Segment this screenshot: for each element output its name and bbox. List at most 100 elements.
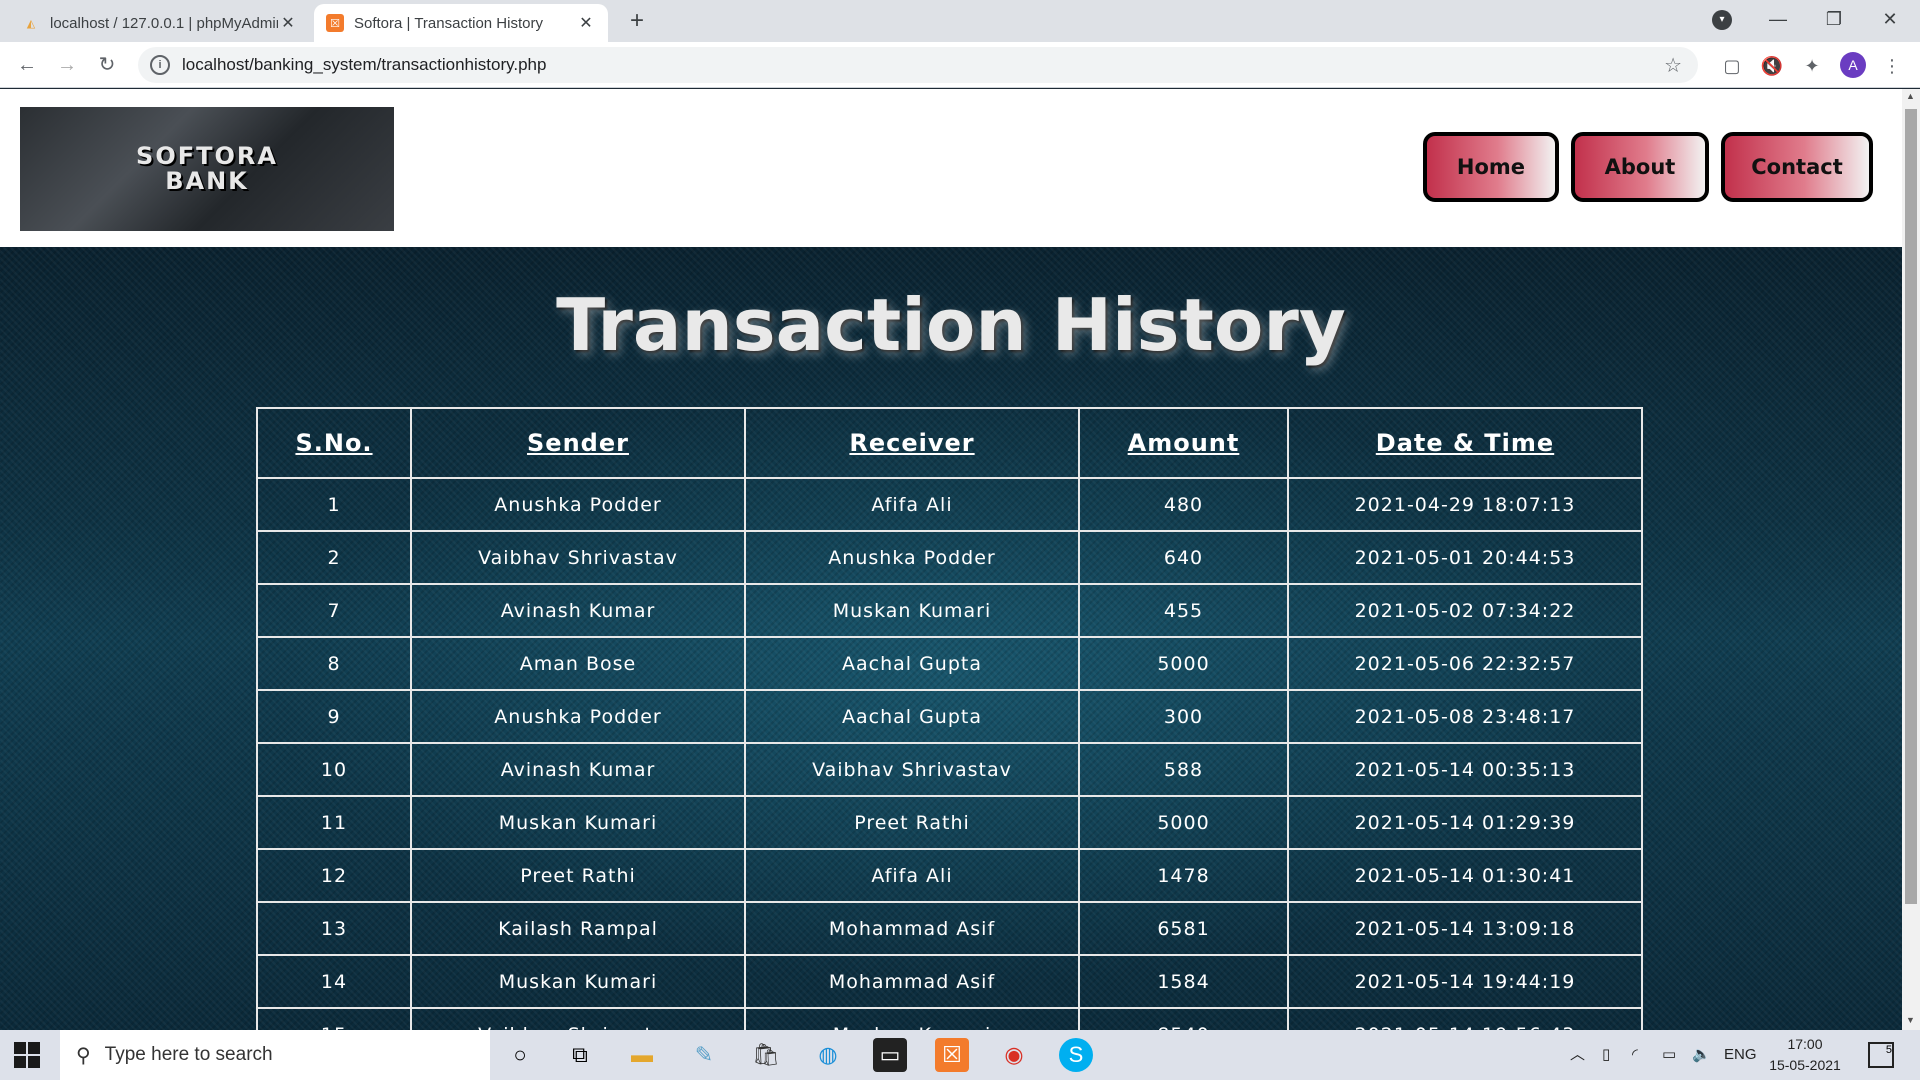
search-placeholder: Type here to search	[104, 1044, 273, 1065]
cell-receiver: Preet Rathi	[744, 795, 1080, 850]
cell-sender: Muskan Kumari	[410, 954, 746, 1009]
minimize-icon[interactable]: —	[1750, 0, 1806, 40]
table-body: 1 Anushka Podder Afifa Ali 480 2021-04-29 18…	[256, 477, 1643, 1030]
cell-sender: Vaibhav Shrivastav	[410, 1007, 746, 1030]
xampp-favicon-icon: ☒	[326, 14, 344, 32]
notification-count: 5	[1885, 1044, 1892, 1056]
tab-transaction-history[interactable]: ☒ Softora | Transaction History ✕	[314, 4, 608, 42]
site-header: SOFTORA BANK Home About Contact	[0, 89, 1902, 247]
site-info-icon[interactable]: i	[150, 55, 170, 75]
page-scrollbar[interactable]: ▲ ▼	[1902, 89, 1920, 1030]
cell-amount: 640	[1078, 530, 1289, 585]
cell-amount: 455	[1078, 583, 1289, 638]
table-row: 12 Preet Rathi Afifa Ali 1478 2021-05-14 01:…	[256, 848, 1643, 903]
windows-start-icon[interactable]	[14, 1042, 40, 1068]
cell-receiver: Muskan Kumari	[744, 583, 1080, 638]
window-close-icon[interactable]: ✕	[1862, 0, 1918, 40]
cell-datetime: 2021-05-14 13:09:18	[1287, 901, 1643, 956]
search-icon: ⚲	[76, 1044, 91, 1067]
restore-icon[interactable]: ❐	[1806, 0, 1862, 40]
scroll-down-arrow-icon[interactable]: ▼	[1906, 1015, 1915, 1025]
table-row: 8 Aman Bose Aachal Gupta 5000 2021-05-06 22:…	[256, 636, 1643, 691]
task-view-icon[interactable]: ⧉	[563, 1038, 597, 1072]
cell-amount: 5000	[1078, 795, 1289, 850]
new-tab-icon[interactable]: +	[622, 6, 652, 36]
close-icon[interactable]: ✕	[576, 13, 596, 33]
battery-icon[interactable]: ▭	[1662, 1030, 1676, 1080]
address-bar[interactable]: i localhost/banking_system/transactionhi…	[138, 47, 1698, 83]
scroll-up-arrow-icon[interactable]: ▲	[1906, 91, 1915, 101]
cell-sender: Anushka Podder	[410, 689, 746, 744]
scrollbar-thumb[interactable]	[1905, 109, 1917, 904]
bookmark-star-icon[interactable]: ☆	[1664, 53, 1682, 78]
terminal-icon[interactable]: ▭	[873, 1038, 907, 1072]
volume-icon[interactable]: 🔈	[1692, 1030, 1711, 1080]
cell-amount: 5000	[1078, 636, 1289, 691]
column-header-amount: Amount	[1078, 407, 1289, 479]
close-icon[interactable]: ✕	[278, 13, 298, 33]
reload-icon[interactable]: ↻	[92, 50, 122, 80]
windows-taskbar: ⚲ Type here to search ○ ⧉ ▬ ✎ 🛍 ◍ ▭ ☒ ◉ …	[0, 1030, 1920, 1080]
tab-search-icon[interactable]: ▾	[1712, 10, 1732, 30]
language-indicator[interactable]: ENG	[1724, 1030, 1757, 1080]
cortana-icon[interactable]: ○	[503, 1038, 537, 1072]
menu-kebab-icon[interactable]: ⋮	[1880, 54, 1904, 78]
table-row: 7 Avinash Kumar Muskan Kumari 455 2021-05-02…	[256, 583, 1643, 638]
cell-sno: 13	[256, 901, 412, 956]
mute-icon[interactable]: 🔇	[1760, 54, 1784, 78]
notification-center-icon[interactable]: 5	[1868, 1042, 1894, 1068]
cell-sender: Muskan Kumari	[410, 795, 746, 850]
table-row: 9 Anushka Podder Aachal Gupta 300 2021-05-08…	[256, 689, 1643, 744]
nav-about-button[interactable]: About	[1571, 132, 1709, 202]
xampp-icon[interactable]: ☒	[935, 1038, 969, 1072]
column-header-datetime: Date & Time	[1287, 407, 1643, 479]
url-text[interactable]: localhost/banking_system/transactionhist…	[182, 55, 546, 75]
cell-sno: 8	[256, 636, 412, 691]
page-title: Transaction History	[556, 283, 1346, 367]
table-row: 1 Anushka Podder Afifa Ali 480 2021-04-29 18…	[256, 477, 1643, 532]
cell-datetime: 2021-05-08 23:48:17	[1287, 689, 1643, 744]
cell-sno: 15	[256, 1007, 412, 1030]
cell-amount: 588	[1078, 742, 1289, 797]
tab-phpmyadmin[interactable]: ◭ localhost / 127.0.0.1 | phpMyAdmin ✕	[10, 4, 310, 42]
taskbar-search-box[interactable]: ⚲ Type here to search	[60, 1030, 490, 1080]
cell-sender: Anushka Podder	[410, 477, 746, 532]
store-icon[interactable]: 🛍	[749, 1038, 783, 1072]
reading-list-icon[interactable]: ▢	[1720, 54, 1744, 78]
table-row: 10 Avinash Kumar Vaibhav Shrivastav 588 2021…	[256, 742, 1643, 797]
clock-date: 15-05-2021	[1769, 1057, 1841, 1073]
skype-icon[interactable]: S	[1059, 1038, 1093, 1072]
clock-time: 17:00	[1787, 1036, 1823, 1052]
table-row: 2 Vaibhav Shrivastav Anushka Podder 640 2021…	[256, 530, 1643, 585]
cell-receiver: Vaibhav Shrivastav	[744, 742, 1080, 797]
tab-title: localhost / 127.0.0.1 | phpMyAdmin	[50, 14, 278, 32]
wifi-icon[interactable]: ◜	[1632, 1030, 1638, 1080]
file-explorer-icon[interactable]: ▬	[625, 1038, 659, 1072]
profile-avatar[interactable]: A	[1840, 52, 1866, 78]
chrome-icon[interactable]: ◉	[997, 1038, 1031, 1072]
cell-receiver: Anushka Podder	[744, 530, 1080, 585]
column-header-receiver: Receiver	[744, 407, 1080, 479]
cell-sender: Aman Bose	[410, 636, 746, 691]
bank-logo[interactable]: SOFTORA BANK	[20, 107, 394, 231]
cell-sender: Avinash Kumar	[410, 742, 746, 797]
extensions-icon[interactable]: ✦	[1800, 54, 1824, 78]
system-clock[interactable]: 17:00 15-05-2021	[1760, 1034, 1850, 1076]
cell-datetime: 2021-05-06 22:32:57	[1287, 636, 1643, 691]
cell-sno: 1	[256, 477, 412, 532]
show-hidden-icons-icon[interactable]: ︿	[1570, 1030, 1585, 1080]
cell-receiver: Aachal Gupta	[744, 636, 1080, 691]
cell-datetime: 2021-05-14 00:35:13	[1287, 742, 1643, 797]
forward-icon[interactable]: →	[52, 50, 82, 80]
edge-browser-icon[interactable]: ◍	[811, 1038, 845, 1072]
device-icon[interactable]: ▯	[1602, 1030, 1610, 1080]
cell-sno: 9	[256, 689, 412, 744]
nav-contact-button[interactable]: Contact	[1721, 132, 1873, 202]
back-icon[interactable]: ←	[12, 50, 42, 80]
browser-tab-bar: ◭ localhost / 127.0.0.1 | phpMyAdmin ✕ ☒…	[0, 0, 1920, 42]
cell-amount: 300	[1078, 689, 1289, 744]
notes-app-icon[interactable]: ✎	[687, 1038, 721, 1072]
cell-sno: 2	[256, 530, 412, 585]
cell-amount: 1584	[1078, 954, 1289, 1009]
nav-home-button[interactable]: Home	[1423, 132, 1559, 202]
